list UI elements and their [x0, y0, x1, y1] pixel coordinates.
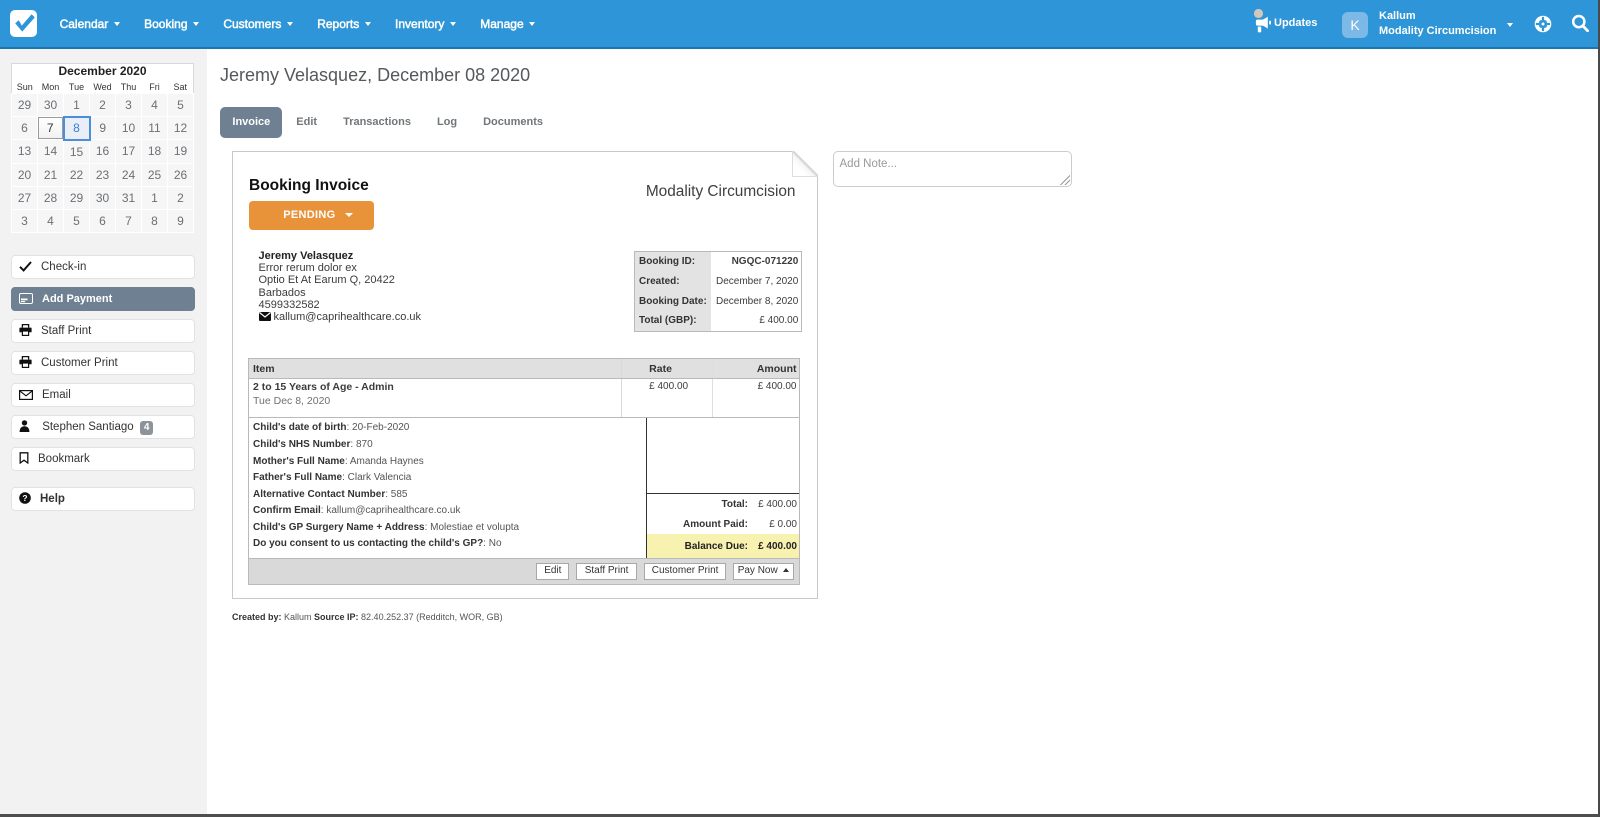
svg-text:?: ? [22, 493, 27, 503]
